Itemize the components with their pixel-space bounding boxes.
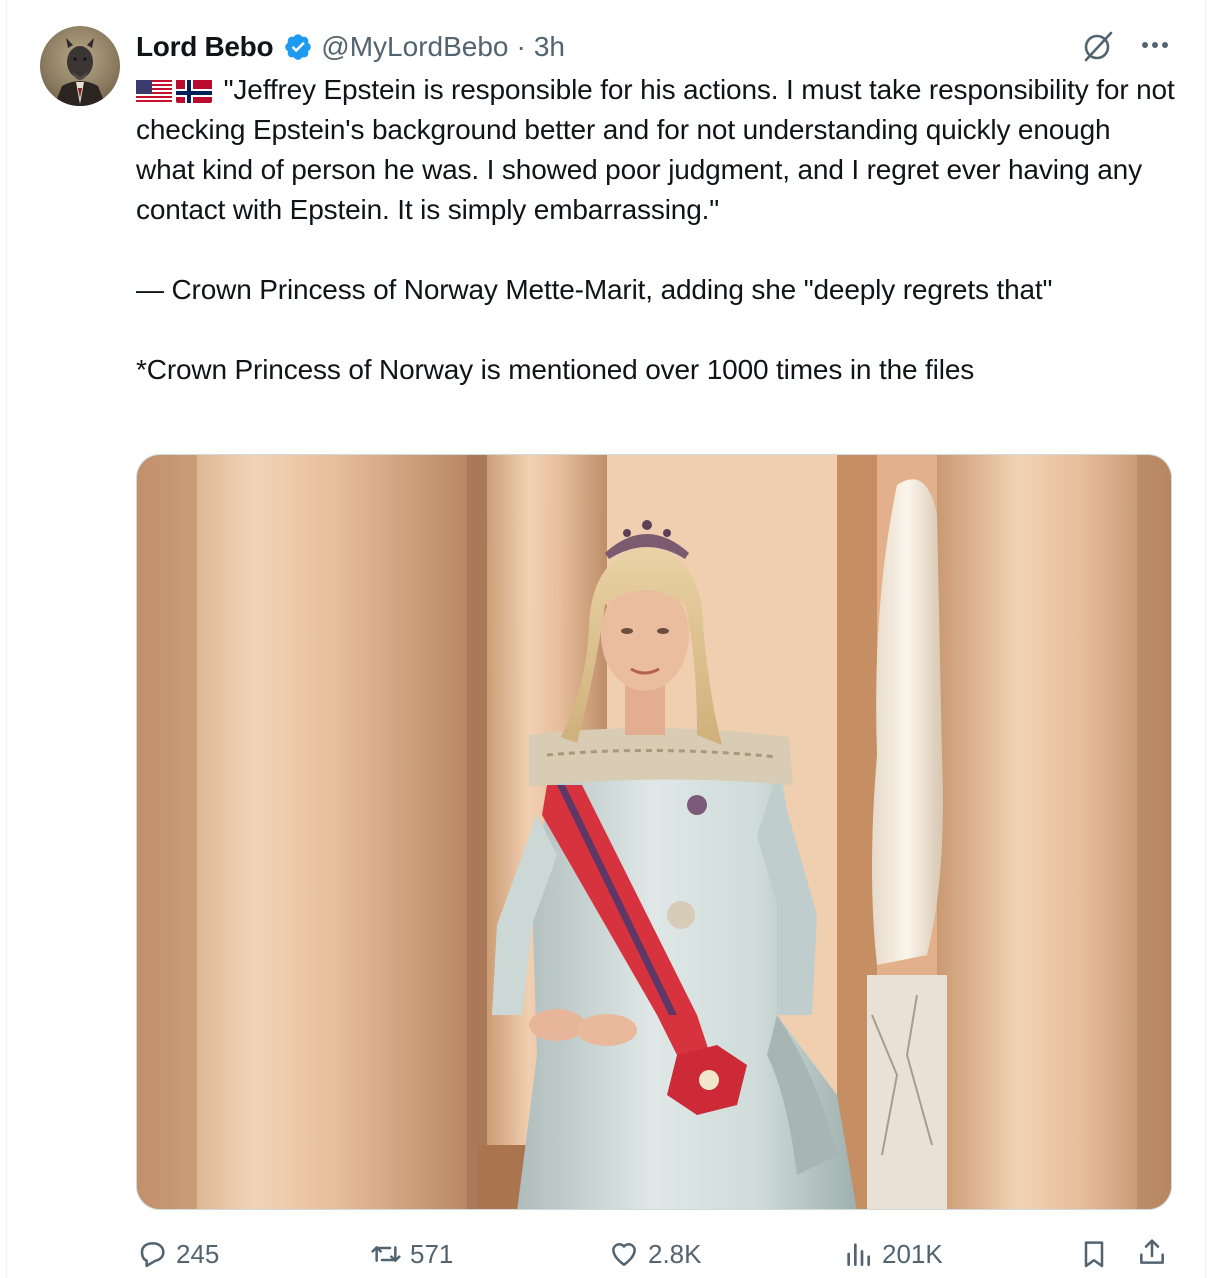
like-count: 2.8K bbox=[648, 1238, 702, 1269]
views-count: 201K bbox=[882, 1238, 943, 1269]
tweet-paragraph-3: *Crown Princess of Norway is mentioned o… bbox=[136, 354, 975, 385]
header-separator: · bbox=[516, 31, 526, 62]
tweet-timestamp[interactable]: 3h bbox=[534, 31, 565, 63]
bookmark-icon[interactable] bbox=[1078, 1238, 1110, 1270]
reply-count: 245 bbox=[176, 1238, 220, 1269]
tweet-paragraph-1: "Jeffrey Epstein is responsible for his … bbox=[136, 70, 1176, 230]
tweet-paragraph-2: — Crown Princess of Norway Mette-Marit, … bbox=[136, 274, 1053, 305]
tweet-text: "Jeffrey Epstein is responsible for his … bbox=[136, 70, 1176, 390]
avatar-image bbox=[54, 38, 106, 106]
heart-icon bbox=[612, 1243, 636, 1266]
repost-count: 571 bbox=[410, 1238, 454, 1269]
author-handle[interactable]: @MyLordBebo bbox=[321, 31, 508, 63]
author-display-name[interactable]: Lord Bebo bbox=[136, 31, 274, 63]
photo-crown-princess bbox=[137, 455, 1171, 1209]
more-icon[interactable] bbox=[1138, 30, 1172, 60]
share-icon[interactable] bbox=[1136, 1236, 1168, 1268]
verified-badge-icon[interactable] bbox=[283, 32, 313, 62]
tweet-photo[interactable] bbox=[136, 454, 1172, 1210]
views-button[interactable]: 201K bbox=[842, 1230, 943, 1278]
quote-text: "Jeffrey Epstein is responsible for his … bbox=[136, 74, 1183, 225]
repost-icon bbox=[371, 1246, 401, 1262]
like-button[interactable]: 2.8K bbox=[608, 1230, 702, 1278]
repost-button[interactable]: 571 bbox=[370, 1230, 453, 1278]
tweet-header: Lord Bebo @MyLordBebo · 3h bbox=[136, 28, 565, 66]
reply-icon bbox=[140, 1242, 165, 1268]
reply-button[interactable]: 245 bbox=[136, 1230, 219, 1278]
analytics-icon bbox=[847, 1243, 870, 1266]
us-flag-icon bbox=[136, 77, 172, 103]
norway-flag-icon bbox=[176, 77, 212, 103]
avatar[interactable] bbox=[40, 26, 120, 106]
tweet-actions: 245 571 2.8K 201K bbox=[136, 1230, 1176, 1278]
grok-icon[interactable] bbox=[1080, 28, 1116, 64]
